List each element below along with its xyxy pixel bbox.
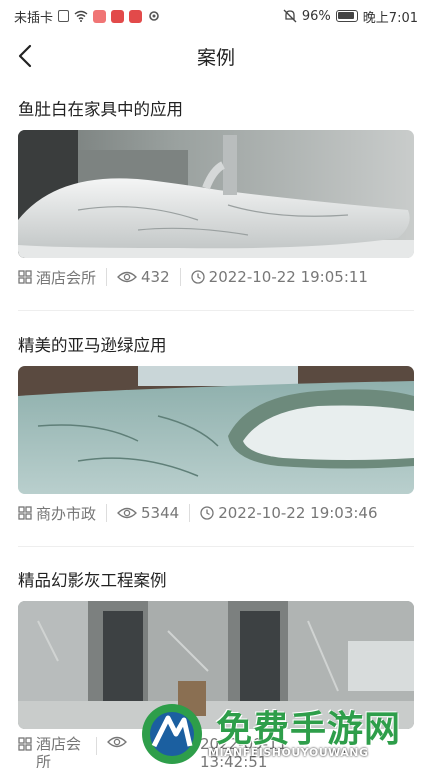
category-label: 酒店会所: [36, 735, 82, 768]
category-tag: 商办市政: [18, 503, 96, 524]
app-header: 案例: [0, 34, 432, 78]
app-notification-icon: [93, 9, 107, 23]
eye-icon: [107, 736, 127, 748]
status-bar: 未插卡 96% 晚上7:01: [0, 0, 432, 32]
category-label: 酒店会所: [36, 268, 97, 287]
category-label: 商办市政: [36, 504, 97, 523]
watermark: 免费手游网 MIANFEISHOUYOUWANG: [138, 700, 428, 768]
category-tag: 酒店会所: [18, 731, 86, 768]
view-count: 432: [117, 268, 170, 286]
clock-time: 晚上7:01: [362, 10, 418, 26]
publish-time-value: 2022-10-22 19:03:46: [218, 504, 378, 522]
case-title: 精美的亚马逊绿应用: [18, 336, 167, 355]
case-title: 鱼肚白在家具中的应用: [18, 100, 183, 119]
case-thumbnail[interactable]: [18, 130, 414, 258]
watermark-logo-icon: [142, 704, 202, 764]
divider: [189, 504, 191, 522]
carrier-text: 未插卡: [14, 10, 54, 26]
divider: [96, 737, 97, 755]
sim-icon: [58, 10, 70, 22]
view-count: 5344: [117, 504, 179, 522]
status-bar-left: 未插卡: [14, 7, 161, 26]
list-separator: [18, 310, 414, 311]
clock-icon: [191, 270, 205, 284]
page-title: 案例: [196, 47, 235, 69]
grid-icon: [18, 506, 32, 520]
sink-image: [18, 130, 414, 258]
grid-icon: [18, 270, 32, 284]
eye-icon: [117, 271, 137, 283]
case-meta: 酒店会所 432 2022-10-22 19:05:11: [18, 260, 414, 294]
divider: [106, 268, 108, 286]
case-list-item[interactable]: 精美的亚马逊绿应用 商办市政 5344 2022-10-22 19:03:46: [18, 334, 414, 530]
clock-icon: [200, 506, 214, 520]
mail-notification-icon: [111, 9, 125, 23]
view-count: [107, 735, 131, 749]
wifi-icon: [74, 10, 88, 22]
eye-icon: [117, 507, 137, 519]
publish-time: 2022-10-22 19:05:11: [191, 268, 368, 286]
grid-icon: [18, 737, 32, 751]
green-marble-image: [18, 366, 414, 494]
divider: [106, 504, 108, 522]
case-title: 精品幻影灰工程案例: [18, 571, 167, 590]
view-count-value: 432: [141, 268, 170, 286]
app-notification-icon-2: [129, 9, 143, 23]
case-meta: 商办市政 5344 2022-10-22 19:03:46: [18, 496, 414, 530]
watermark-subtext: MIANFEISHOUYOUWANG: [208, 746, 369, 759]
view-count-value: 5344: [141, 504, 180, 522]
category-tag: 酒店会所: [18, 267, 96, 288]
mute-bell-icon: [283, 9, 297, 23]
list-separator: [18, 546, 414, 547]
settings-gear-icon: [149, 11, 159, 21]
status-bar-right: 96% 晚上7:01: [283, 7, 418, 26]
case-thumbnail[interactable]: [18, 366, 414, 494]
publish-time: 2022-10-22 19:03:46: [200, 504, 378, 522]
battery-percent: 96%: [301, 8, 331, 24]
divider: [179, 268, 181, 286]
case-list-item[interactable]: 鱼肚白在家具中的应用 酒店会所 432 2022-10-22 19:05:11: [18, 98, 414, 294]
battery-icon: [335, 10, 358, 22]
watermark-text: 免费手游网: [216, 709, 402, 750]
publish-time-value: 2022-10-22 19:05:11: [208, 268, 368, 286]
